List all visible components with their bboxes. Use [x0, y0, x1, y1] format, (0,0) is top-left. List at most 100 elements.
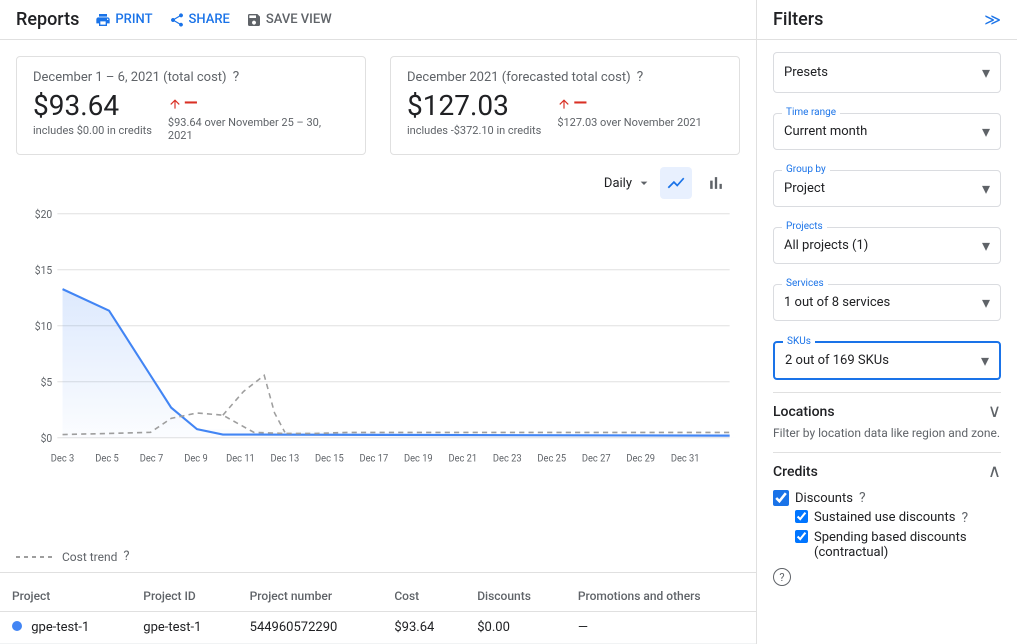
col-promotions: Promotions and others [566, 581, 756, 612]
change-dash-2: — [573, 93, 587, 114]
discounts-help-icon[interactable]: ? [859, 490, 866, 506]
time-range-select[interactable]: Time range Current month ▾ [773, 113, 1001, 150]
card1-help-icon[interactable]: ? [233, 69, 240, 85]
group-by-select[interactable]: Group by Project ▾ [773, 170, 1001, 207]
summary-cards: December 1 – 6, 2021 (total cost) ? $93.… [0, 40, 756, 163]
sustained-use-checkbox[interactable] [795, 510, 808, 523]
filters-panel: Filters ≫ Presets ▾ Time range Current m… [757, 0, 1017, 644]
svg-text:Dec 29: Dec 29 [626, 453, 655, 464]
credits-help-icon-bottom[interactable]: ? [773, 568, 791, 586]
bar-chart-btn[interactable] [700, 167, 732, 199]
svg-text:Dec 23: Dec 23 [493, 453, 522, 464]
share-action[interactable]: SHARE [169, 12, 230, 28]
share-label: SHARE [189, 12, 230, 27]
line-chart-btn[interactable] [660, 167, 692, 199]
presets-select[interactable]: Presets ▾ [773, 52, 1001, 93]
svg-text:Dec 9: Dec 9 [184, 453, 207, 464]
svg-text:Dec 15: Dec 15 [315, 453, 344, 464]
card1-change: $93.64 over November 25 – 30, 2021 [168, 116, 328, 142]
skus-select[interactable]: SKUs 2 out of 169 SKUs ▾ [773, 341, 1001, 380]
services-value: 1 out of 8 services [784, 295, 890, 310]
print-label: PRINT [115, 12, 152, 27]
cell-project: gpe-test-1 [0, 612, 131, 644]
cost-trend-label: Cost trend [62, 550, 117, 564]
table-row: gpe-test-1 gpe-test-1 544960572290 $93.6… [0, 612, 756, 644]
cost-trend-legend: Cost trend ? [0, 545, 756, 572]
skus-value: 2 out of 169 SKUs [785, 353, 889, 368]
spending-based-label: Spending based discounts (contractual) [814, 530, 1001, 560]
svg-text:Dec 21: Dec 21 [448, 453, 477, 464]
col-project: Project [0, 581, 131, 612]
line-chart-icon [666, 173, 686, 193]
projects-label: Projects [782, 221, 827, 232]
projects-chevron-icon: ▾ [982, 236, 990, 255]
trend-line-indicator [16, 556, 56, 558]
table-header: Project Project ID Project number Cost D… [0, 581, 756, 612]
filters-title: Filters [773, 9, 823, 30]
sustained-help-icon[interactable]: ? [961, 510, 968, 526]
card2-help-icon[interactable]: ? [637, 69, 644, 85]
printer-icon [95, 12, 111, 28]
skus-chevron-icon: ▾ [981, 351, 989, 370]
services-group: Services 1 out of 8 services ▾ [773, 276, 1001, 321]
card1-sub: includes $0.00 in credits [33, 124, 152, 137]
svg-text:Dec 11: Dec 11 [226, 453, 255, 464]
sub-checkboxes: Sustained use discounts ? Spending based… [795, 510, 1001, 560]
up-arrow-icon [168, 97, 182, 111]
group-by-value: Project [784, 181, 825, 196]
collapse-filters-btn[interactable]: ≫ [984, 10, 1001, 29]
col-discounts: Discounts [465, 581, 566, 612]
daily-chevron-icon [636, 175, 652, 191]
svg-text:Dec 3: Dec 3 [51, 453, 74, 464]
cell-cost: $93.64 [382, 612, 465, 644]
daily-label: Daily [604, 176, 632, 191]
spending-based-checkbox[interactable] [795, 530, 808, 543]
svg-text:Dec 31: Dec 31 [671, 453, 700, 464]
services-chevron-icon: ▾ [982, 293, 990, 312]
cell-project-id: gpe-test-1 [131, 612, 237, 644]
credits-chevron-icon[interactable]: ∧ [988, 461, 1001, 482]
projects-select[interactable]: Projects All projects (1) ▾ [773, 227, 1001, 264]
chart-controls: Daily [0, 163, 756, 203]
col-project-id: Project ID [131, 581, 237, 612]
time-range-value: Current month [784, 124, 867, 139]
group-by-label: Group by [782, 164, 830, 175]
locations-title: Locations [773, 404, 835, 420]
project-color-dot [12, 621, 22, 631]
skus-label: SKUs [783, 336, 815, 347]
group-by-chevron-icon: ▾ [982, 179, 990, 198]
sustained-use-label: Sustained use discounts [814, 510, 955, 525]
locations-header[interactable]: Locations ∨ [773, 401, 1001, 422]
filters-body: Presets ▾ Time range Current month ▾ Gro… [757, 40, 1017, 598]
presets-label: Presets [784, 65, 828, 80]
svg-text:$5: $5 [41, 376, 53, 389]
summary-card-actual: December 1 – 6, 2021 (total cost) ? $93.… [16, 56, 366, 155]
svg-text:Dec 19: Dec 19 [404, 453, 433, 464]
discounts-checkbox[interactable] [773, 490, 789, 506]
project-name: gpe-test-1 [31, 620, 89, 635]
projects-value: All projects (1) [784, 238, 868, 253]
share-icon [169, 12, 185, 28]
card2-change: $127.03 over November 2021 [557, 116, 701, 129]
services-select[interactable]: Services 1 out of 8 services ▾ [773, 284, 1001, 321]
save-view-action[interactable]: SAVE VIEW [246, 12, 332, 28]
card2-amount: $127.03 [407, 89, 541, 122]
svg-text:Dec 13: Dec 13 [271, 453, 300, 464]
svg-text:Dec 7: Dec 7 [140, 453, 163, 464]
time-range-group: Time range Current month ▾ [773, 105, 1001, 150]
card1-title: December 1 – 6, 2021 (total cost) [33, 70, 227, 85]
svg-text:$0: $0 [41, 432, 53, 445]
svg-text:$15: $15 [35, 264, 52, 277]
svg-text:$10: $10 [35, 320, 52, 333]
trend-help-icon[interactable]: ? [123, 549, 129, 564]
daily-select-btn[interactable]: Daily [604, 175, 652, 191]
main-header: Reports PRINT SHARE SAVE VIEW [0, 0, 756, 40]
card2-sub: includes -$372.10 in credits [407, 124, 541, 137]
credits-header: Credits ∧ [773, 461, 1001, 482]
locations-section: Locations ∨ Filter by location data like… [773, 392, 1001, 440]
time-range-chevron-icon: ▾ [982, 122, 990, 141]
time-range-label: Time range [782, 107, 840, 118]
data-table-section: Project Project ID Project number Cost D… [0, 572, 756, 644]
print-action[interactable]: PRINT [95, 12, 152, 28]
card2-title: December 2021 (forecasted total cost) [407, 70, 631, 85]
